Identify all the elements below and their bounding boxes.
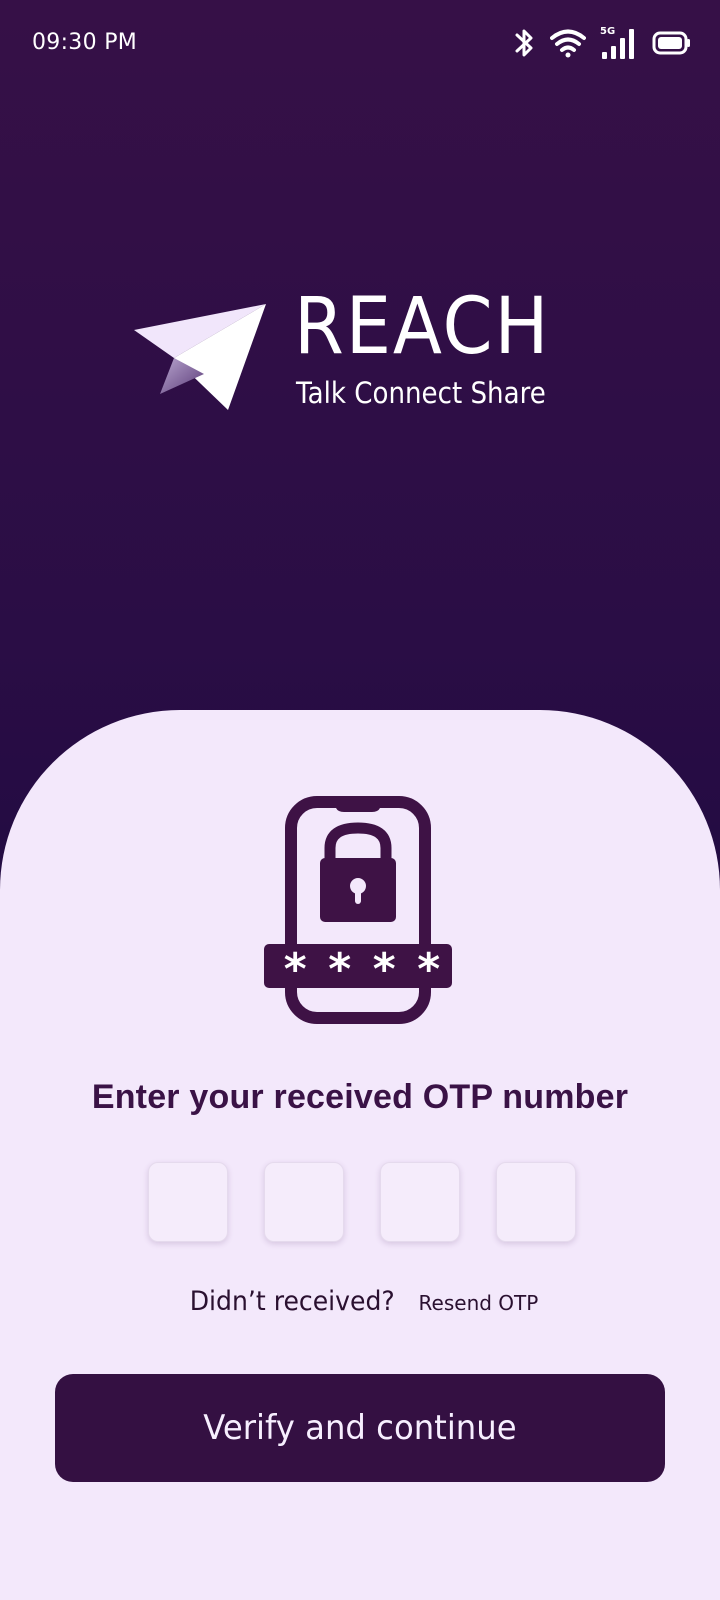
otp-title: Enter your received OTP number bbox=[91, 1078, 629, 1116]
cellular-signal-icon: 5G bbox=[600, 26, 638, 60]
brand-tagline: Talk Connect Share bbox=[296, 376, 546, 410]
paper-plane-icon bbox=[134, 302, 270, 419]
otp-digit-4[interactable] bbox=[496, 1162, 576, 1242]
brand-name: REACH bbox=[294, 282, 551, 372]
bluetooth-icon bbox=[514, 26, 536, 60]
status-time: 09:30 PM bbox=[32, 30, 138, 55]
phone-lock-icon bbox=[264, 796, 454, 1033]
verify-button-label: Verify and continue bbox=[203, 1408, 517, 1448]
wifi-icon bbox=[550, 28, 586, 58]
otp-input-group bbox=[148, 1162, 576, 1242]
resend-row: Didn’t received? Resend OTP bbox=[0, 1286, 720, 1317]
resend-otp-link[interactable]: Resend OTP bbox=[419, 1291, 539, 1315]
status-icons: 5G bbox=[514, 26, 692, 60]
brand-logo: REACH Talk Connect Share bbox=[134, 288, 554, 419]
otp-digit-1[interactable] bbox=[148, 1162, 228, 1242]
verify-continue-button[interactable]: Verify and continue bbox=[55, 1374, 665, 1482]
battery-icon bbox=[652, 31, 692, 55]
status-bar: 09:30 PM 5G bbox=[0, 0, 720, 90]
otp-sheet: **** Enter your received OTP number Didn… bbox=[0, 710, 720, 1600]
otp-digit-2[interactable] bbox=[264, 1162, 344, 1242]
otp-digit-3[interactable] bbox=[380, 1162, 460, 1242]
resend-question: Didn’t received? bbox=[189, 1286, 395, 1317]
otp-verification-screen: 09:30 PM 5G REACH Talk Connect Share ***… bbox=[0, 0, 720, 1600]
masked-code: **** bbox=[282, 944, 460, 995]
